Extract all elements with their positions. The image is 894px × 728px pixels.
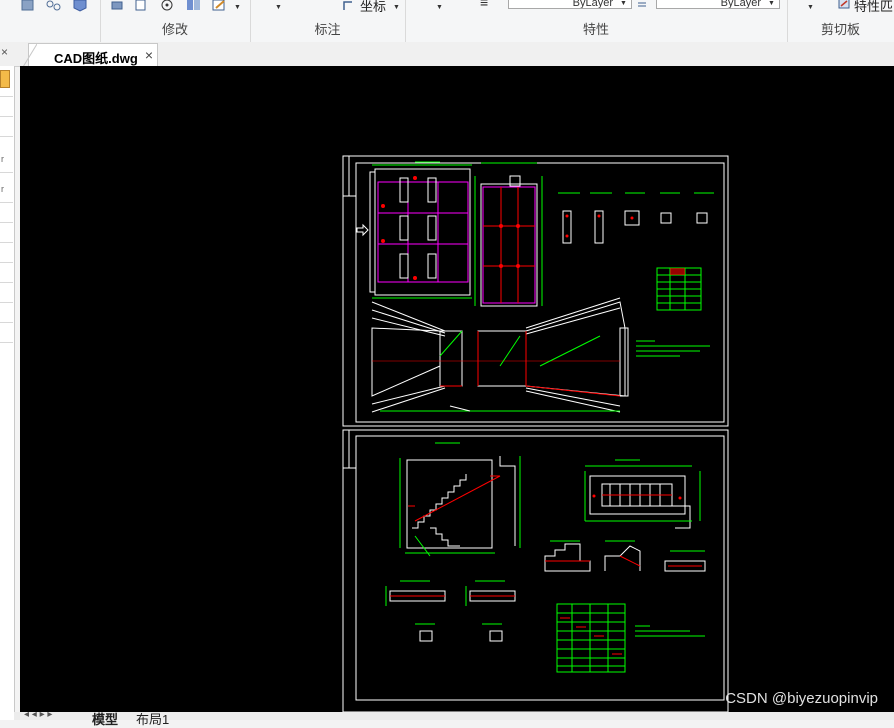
sidebar-tool-button[interactable] bbox=[0, 70, 10, 88]
ribbon: ▼ 修改 ▼ 坐标 ▼ 标注 ▼ ≡ ByLayer ▼ ByLayer ▼ 特… bbox=[0, 0, 894, 43]
sidebar-divider bbox=[0, 242, 13, 243]
close-tab-icon[interactable]: × bbox=[145, 47, 153, 63]
coordinate-dropdown-icon[interactable]: ▼ bbox=[393, 4, 400, 11]
sidebar-divider bbox=[0, 262, 13, 263]
left-sidebar: r r bbox=[0, 66, 15, 720]
sidebar-divider bbox=[0, 302, 13, 303]
sidebar-divider bbox=[0, 96, 13, 97]
drawing-sheet-1 bbox=[342, 155, 729, 427]
coordinate-button[interactable]: 坐标 bbox=[360, 0, 386, 15]
watermark-text: CSDN @biyezuopinvip bbox=[725, 690, 878, 707]
sidebar-divider bbox=[0, 116, 13, 117]
linetype-icon bbox=[638, 2, 646, 7]
layout-tab-bar: ◂ ◂ ▸ ▸ 模型 布局1 bbox=[14, 709, 894, 727]
match-properties-icon bbox=[838, 0, 850, 9]
panel-close-icon[interactable]: × bbox=[1, 45, 8, 59]
mirror-icon[interactable] bbox=[186, 0, 202, 12]
ribbon-group-clipboard-label: 剪切板 bbox=[820, 22, 860, 37]
ribbon-group-annotate: ▼ 坐标 ▼ 标注 bbox=[250, 0, 406, 42]
sidebar-divider bbox=[0, 342, 13, 343]
properties-dropdown-icon[interactable]: ▼ bbox=[436, 4, 443, 11]
dimension-dropdown-icon[interactable]: ▼ bbox=[275, 4, 282, 11]
layer-color-select[interactable]: ByLayer bbox=[508, 0, 632, 9]
drawing-canvas[interactable] bbox=[20, 66, 894, 712]
ribbon-group-properties: ▼ ≡ ByLayer ▼ ByLayer ▼ 特性 bbox=[405, 0, 788, 42]
tab-model[interactable]: 模型 bbox=[92, 709, 118, 728]
lineweight-icon[interactable]: ≡ bbox=[480, 0, 488, 10]
edit-icon[interactable] bbox=[212, 0, 228, 12]
coordinate-icon bbox=[343, 1, 352, 10]
sidebar-divider bbox=[0, 202, 13, 203]
copy-icon[interactable] bbox=[134, 0, 150, 12]
document-tab-bar: × CAD图纸.dwg × bbox=[0, 42, 894, 67]
tab-layout1[interactable]: 布局1 bbox=[136, 709, 169, 728]
modify-dropdown-icon[interactable]: ▼ bbox=[234, 4, 241, 11]
ribbon-group-properties-label: 特性 bbox=[582, 22, 609, 37]
linetype-caret-icon[interactable]: ▼ bbox=[768, 0, 775, 7]
ribbon-group-modify: ▼ 修改 bbox=[100, 0, 251, 42]
linetype-select[interactable]: ByLayer bbox=[656, 0, 780, 9]
sidebar-mark: r bbox=[1, 184, 4, 194]
ribbon-group-annotate-label: 标注 bbox=[314, 22, 341, 37]
rotate-icon[interactable] bbox=[160, 0, 176, 12]
sidebar-divider bbox=[0, 222, 13, 223]
sidebar-divider bbox=[0, 136, 13, 137]
region-tool-icon[interactable] bbox=[72, 0, 88, 12]
ribbon-group-clipboard: ▼ 特性匹 剪切板 bbox=[787, 0, 894, 42]
tab-edge-icon bbox=[23, 44, 37, 67]
drawing-sheet-2 bbox=[342, 429, 729, 712]
sidebar-divider bbox=[0, 282, 13, 283]
array-tool-icon[interactable] bbox=[46, 0, 62, 12]
layer-color-caret-icon[interactable]: ▼ bbox=[620, 0, 627, 7]
sidebar-divider bbox=[0, 172, 13, 173]
document-tab[interactable]: CAD图纸.dwg × bbox=[23, 43, 158, 67]
document-tab-label: CAD图纸.dwg bbox=[54, 51, 138, 66]
cad-drawing bbox=[342, 155, 729, 712]
match-properties-button[interactable]: 特性匹 bbox=[854, 0, 893, 15]
draw-tool-icon[interactable] bbox=[20, 0, 36, 12]
tab-scroll-icon[interactable]: ◂ ◂ ▸ ▸ bbox=[24, 709, 52, 720]
sidebar-divider bbox=[0, 322, 13, 323]
ribbon-group-modify-label: 修改 bbox=[161, 22, 188, 37]
ribbon-group-draw bbox=[0, 0, 101, 42]
clipboard-dropdown-icon[interactable]: ▼ bbox=[807, 4, 814, 11]
sidebar-mark: r bbox=[1, 154, 4, 164]
move-icon[interactable] bbox=[110, 0, 126, 12]
